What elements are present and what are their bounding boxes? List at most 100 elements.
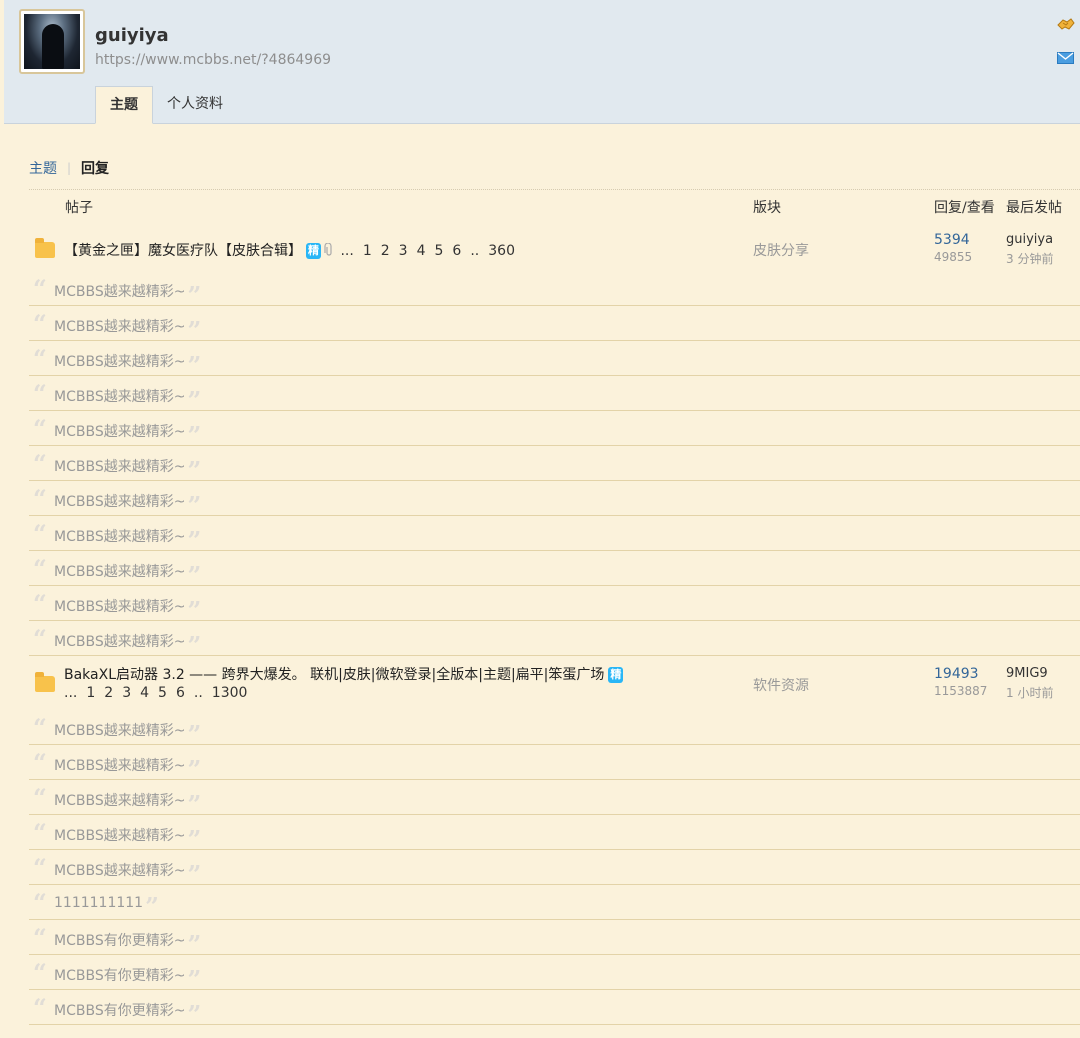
quote-open-icon: “: [33, 414, 47, 443]
thread-pagination: ... 1 2 3 4 5 6.. 1300: [64, 685, 256, 701]
digest-badge: 精: [306, 243, 321, 259]
subnav-replies-link[interactable]: 回复: [81, 158, 109, 178]
page-link[interactable]: ..: [194, 685, 203, 701]
quote-open-icon: “: [33, 748, 47, 777]
page-link[interactable]: 360: [488, 243, 515, 259]
quote-open-icon: “: [33, 783, 47, 812]
quote-open-icon: “: [33, 554, 47, 583]
reply-text[interactable]: MCBBS越来越精彩~: [54, 389, 185, 405]
page-link[interactable]: ...: [64, 685, 77, 701]
reply-text[interactable]: MCBBS越来越精彩~: [54, 599, 185, 615]
subnav-separator: |: [67, 161, 72, 175]
reply-text[interactable]: MCBBS有你更精彩~: [54, 968, 185, 984]
reply-text[interactable]: MCBBS越来越精彩~: [54, 564, 185, 580]
reply-text[interactable]: MCBBS越来越精彩~: [54, 863, 185, 879]
page-link[interactable]: 1300: [212, 685, 248, 701]
forum-link[interactable]: 软件资源: [753, 675, 809, 695]
reply-item: “MCBBS有你更精彩~”: [29, 920, 1080, 957]
page-link[interactable]: 4: [417, 243, 426, 259]
quote-close-icon: ”: [187, 1000, 202, 1029]
page-link[interactable]: 1: [363, 243, 372, 259]
avatar-image: [24, 14, 80, 69]
reply-text[interactable]: MCBBS越来越精彩~: [54, 319, 185, 335]
reply-text[interactable]: MCBBS越来越精彩~: [54, 828, 185, 844]
quote-open-icon: “: [33, 993, 47, 1022]
last-post-time[interactable]: 3 分钟前: [1006, 250, 1053, 267]
page-link[interactable]: 6: [452, 243, 461, 259]
reply-item: “MCBBS越来越精彩~”: [29, 516, 1080, 553]
reply-item: “MCBBS越来越精彩~”: [29, 271, 1080, 308]
message-icon[interactable]: [1057, 51, 1074, 65]
last-post-user[interactable]: 9MIG9: [1006, 666, 1048, 681]
reply-text[interactable]: MCBBS越来越精彩~: [54, 793, 185, 809]
subnav-topics-link[interactable]: 主题: [29, 158, 57, 178]
reply-text[interactable]: MCBBS越来越精彩~: [54, 529, 185, 545]
column-header-post: 帖子: [65, 200, 93, 216]
tab-profile[interactable]: 个人资料: [153, 86, 237, 124]
reply-text[interactable]: MCBBS越来越精彩~: [54, 634, 185, 650]
reply-item: “MCBBS越来越精彩~”: [29, 815, 1080, 852]
reply-item: “MCBBS越来越精彩~”: [29, 481, 1080, 518]
quote-open-icon: “: [33, 853, 47, 882]
thread-title[interactable]: BakaXL启动器 3.2 —— 跨界大爆发。 联机|皮肤|微软登录|全版本|主…: [64, 667, 604, 683]
quote-open-icon: “: [33, 958, 47, 987]
page-link[interactable]: 3: [399, 243, 408, 259]
page-link[interactable]: 2: [381, 243, 390, 259]
page-link[interactable]: 2: [104, 685, 113, 701]
profile-tabs: 主题 个人资料: [95, 86, 237, 124]
reply-item: “MCBBS越来越精彩~”: [29, 411, 1080, 448]
reply-text[interactable]: MCBBS越来越精彩~: [54, 424, 185, 440]
username[interactable]: guiyiya: [95, 25, 169, 46]
page-link[interactable]: 6: [176, 685, 185, 701]
subnav: 主题 | 回复: [29, 158, 109, 178]
thread-title[interactable]: 【黄金之匣】魔女医疗队【皮肤合辑】: [64, 243, 302, 259]
reply-item: “MCBBS越来越精彩~”: [29, 306, 1080, 343]
reply-item: “MCBBS越来越精彩~”: [29, 586, 1080, 623]
reply-text[interactable]: MCBBS越来越精彩~: [54, 723, 185, 739]
column-header-replies-views: 回复/查看: [934, 200, 995, 216]
reply-item: “MCBBS越来越精彩~”: [29, 551, 1080, 588]
reply-item: “ 1111111111”: [29, 885, 1080, 920]
page-link[interactable]: 3: [122, 685, 131, 701]
reply-text[interactable]: MCBBS越来越精彩~: [54, 494, 185, 510]
folder-icon: [35, 238, 55, 258]
page-link[interactable]: ...: [340, 243, 353, 259]
tab-topics[interactable]: 主题: [95, 86, 153, 124]
reply-item: “MCBBS越来越精彩~”: [29, 745, 1080, 782]
reply-text[interactable]: MCBBS有你更精彩~: [54, 1003, 185, 1019]
reply-text[interactable]: 1111111111: [54, 895, 143, 911]
add-friend-icon[interactable]: [1057, 17, 1075, 31]
quote-open-icon: “: [33, 888, 47, 917]
quote-open-icon: “: [33, 713, 47, 742]
quote-open-icon: “: [33, 344, 47, 373]
reply-item: “MCBBS越来越精彩~”: [29, 446, 1080, 483]
reply-text[interactable]: MCBBS越来越精彩~: [54, 758, 185, 774]
page-link[interactable]: ..: [470, 243, 479, 259]
reply-item: “MCBBS有你更精彩~”: [29, 955, 1080, 992]
quote-open-icon: “: [33, 923, 47, 952]
reply-text[interactable]: MCBBS越来越精彩~: [54, 284, 185, 300]
avatar[interactable]: [19, 9, 85, 74]
last-post-user[interactable]: guiyiya: [1006, 232, 1053, 247]
quote-open-icon: “: [33, 519, 47, 548]
page-link[interactable]: 5: [158, 685, 167, 701]
quote-open-icon: “: [33, 818, 47, 847]
quote-open-icon: “: [33, 379, 47, 408]
profile-url[interactable]: https://www.mcbbs.net/?4864969: [95, 52, 331, 68]
forum-link[interactable]: 皮肤分享: [753, 240, 809, 260]
reply-item: “MCBBS越来越精彩~”: [29, 621, 1080, 658]
page-link[interactable]: 5: [435, 243, 444, 259]
reply-text[interactable]: MCBBS有你更精彩~: [54, 933, 185, 949]
reply-item: “MCBBS越来越精彩~”: [29, 850, 1080, 887]
page-link[interactable]: 4: [140, 685, 149, 701]
reply-text[interactable]: MCBBS越来越精彩~: [54, 354, 185, 370]
reply-count[interactable]: 5394: [934, 232, 970, 248]
reply-count[interactable]: 19493: [934, 666, 979, 682]
reply-item: “MCBBS越来越精彩~”: [29, 376, 1080, 413]
page-link[interactable]: 1: [86, 685, 95, 701]
reply-item: “MCBBS越来越精彩~”: [29, 780, 1080, 817]
reply-text[interactable]: MCBBS越来越精彩~: [54, 459, 185, 475]
reply-item: “MCBBS越来越精彩~”: [29, 341, 1080, 378]
column-header-forum: 版块: [753, 200, 781, 216]
last-post-time[interactable]: 1 小时前: [1006, 684, 1053, 701]
